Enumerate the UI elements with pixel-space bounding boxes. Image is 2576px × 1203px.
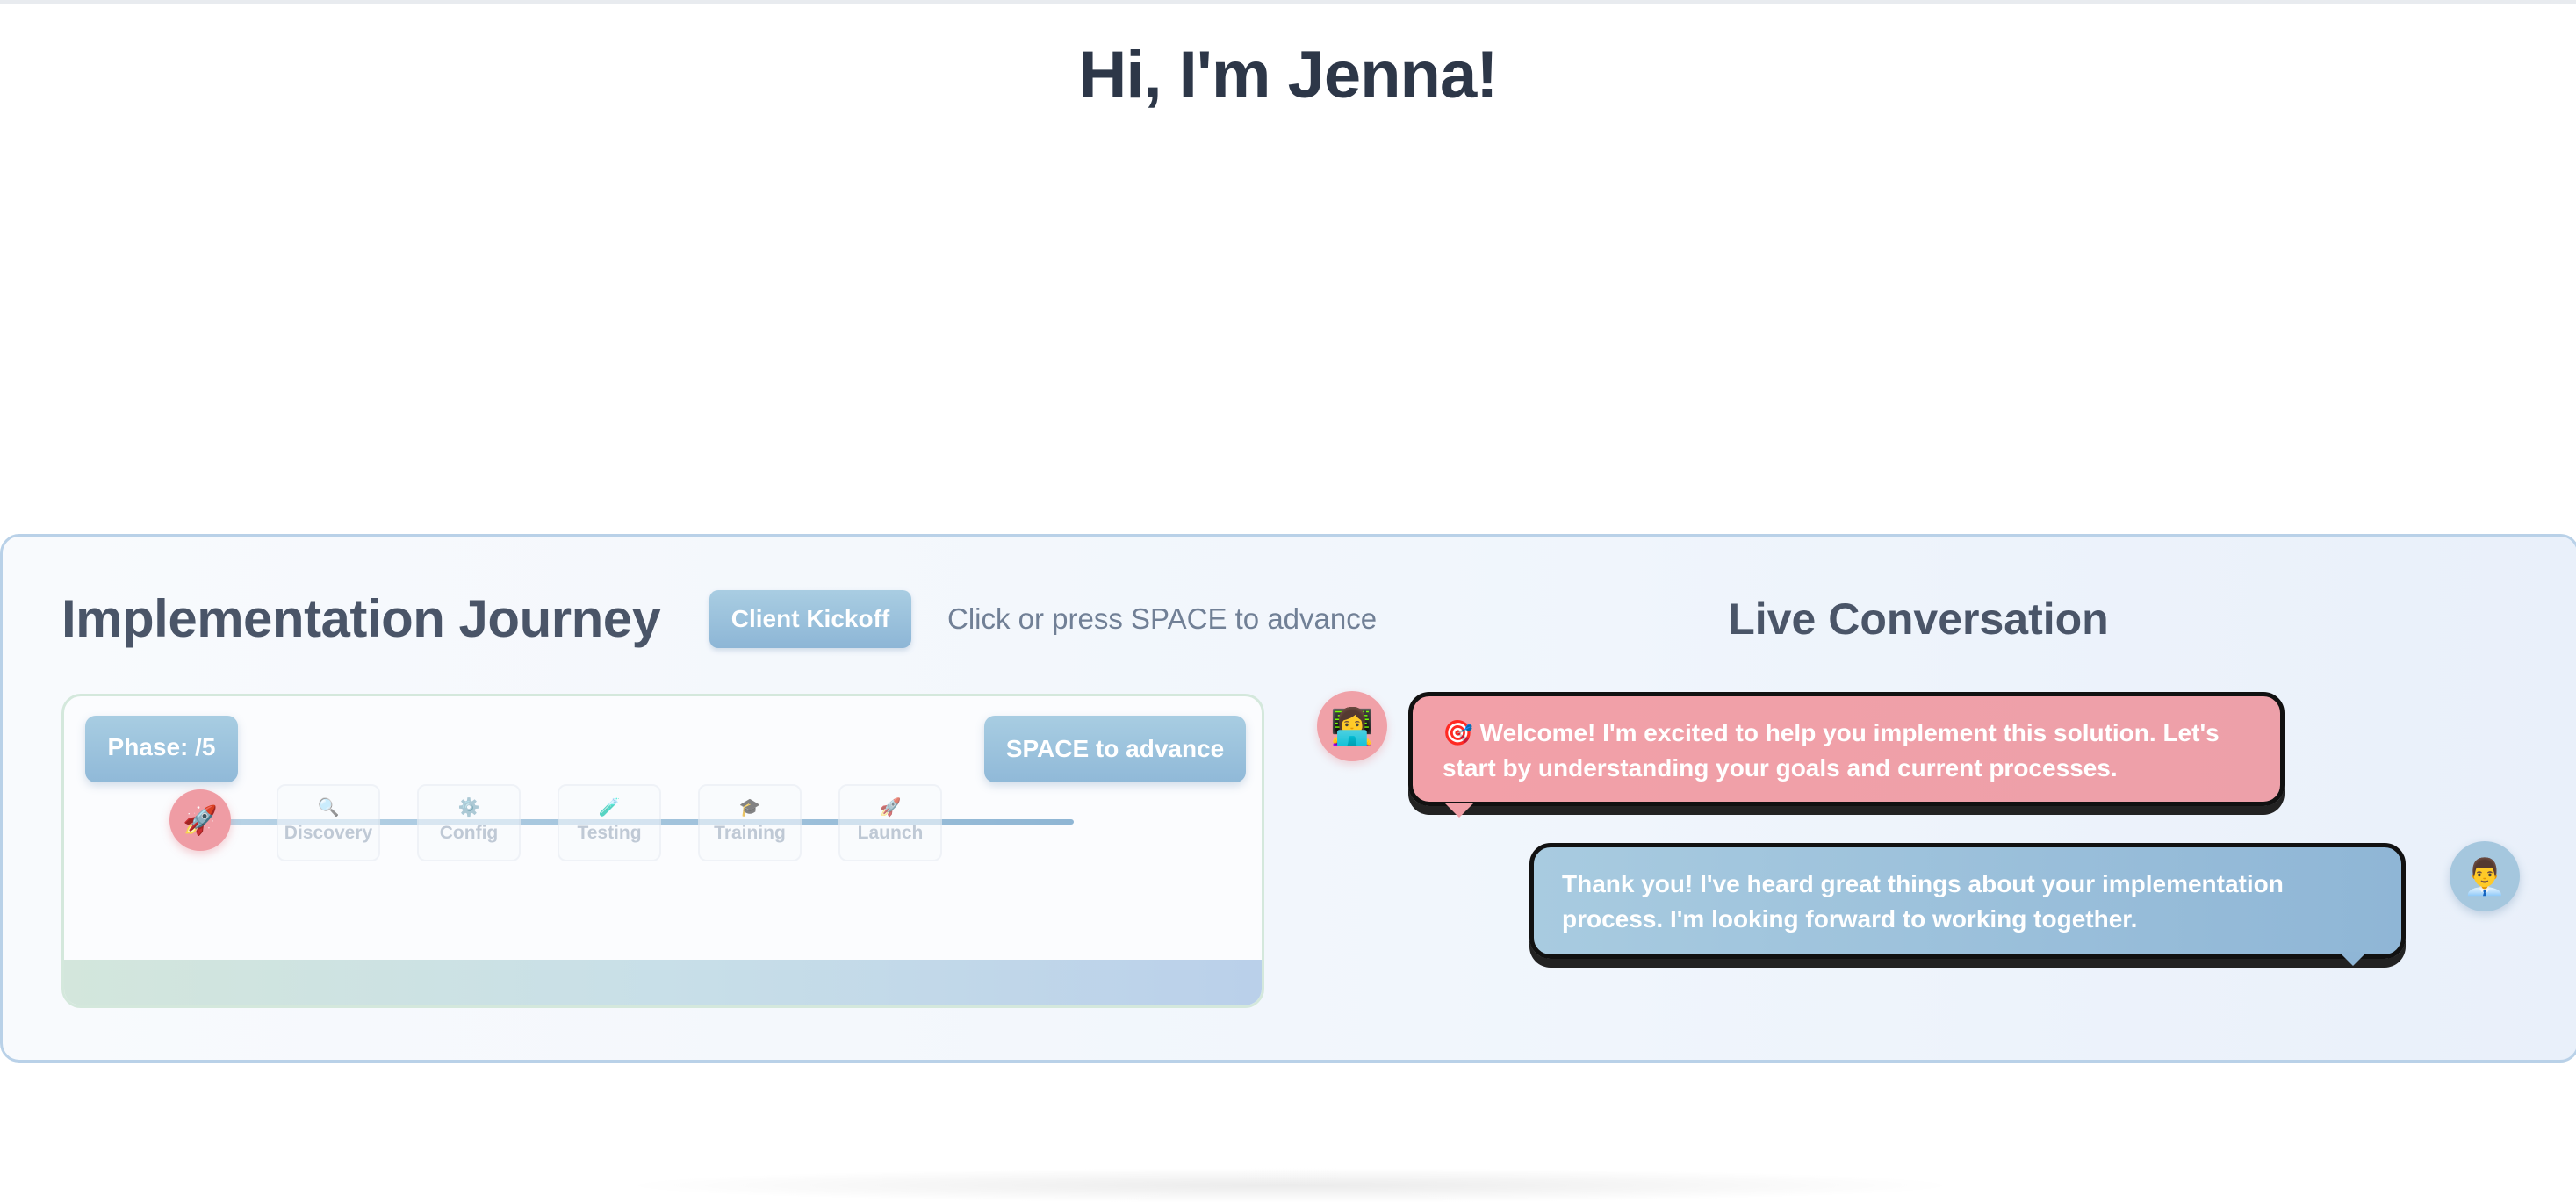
- step-testing: 🧪 Testing: [558, 784, 661, 861]
- gear-icon: ⚙️: [457, 798, 480, 818]
- top-divider: [0, 0, 2576, 4]
- test-tube-icon: 🧪: [598, 798, 621, 818]
- step-launch: 🚀 Launch: [838, 784, 942, 861]
- client-message-bubble: Thank you! I've heard great things about…: [1529, 843, 2406, 959]
- hero-title: Hi, I'm Jenna!: [1078, 38, 1498, 112]
- conversation-title: Live Conversation: [1728, 594, 2109, 644]
- rocket-icon: 🚀: [169, 789, 231, 851]
- rocket-icon: 🚀: [879, 798, 902, 818]
- jenna-avatar: 👩‍💻: [1317, 691, 1387, 761]
- bottom-card-shadow: [615, 1168, 1967, 1203]
- graduation-cap-icon: 🎓: [738, 798, 761, 818]
- space-advance-button[interactable]: SPACE to advance: [984, 716, 1246, 782]
- journey-title: Implementation Journey: [61, 589, 661, 648]
- client-bubble-tail: [2339, 952, 2367, 966]
- journey-track-area[interactable]: Phase: /5 SPACE to advance 🚀 🔍 Discovery…: [61, 694, 1264, 1008]
- step-label: Launch: [857, 823, 924, 843]
- step-label: Training: [714, 823, 786, 843]
- stage-button-client-kickoff[interactable]: Client Kickoff: [709, 590, 911, 648]
- step-discovery: 🔍 Discovery: [277, 784, 380, 861]
- advance-hint: Click or press SPACE to advance: [947, 602, 1378, 635]
- jenna-bubble-tail: [1445, 803, 1473, 818]
- step-config: ⚙️ Config: [417, 784, 521, 861]
- step-label: Testing: [577, 823, 642, 843]
- client-avatar: 👨‍💼: [2450, 841, 2520, 911]
- journey-footer-bar: [64, 960, 1262, 1005]
- jenna-message-bubble: 🎯 Welcome! I'm excited to help you imple…: [1408, 692, 2285, 806]
- phase-counter: Phase: /5: [85, 716, 238, 782]
- magnifier-icon: 🔍: [317, 798, 340, 818]
- step-label: Discovery: [284, 823, 373, 843]
- step-training: 🎓 Training: [698, 784, 802, 861]
- step-label: Config: [439, 823, 499, 843]
